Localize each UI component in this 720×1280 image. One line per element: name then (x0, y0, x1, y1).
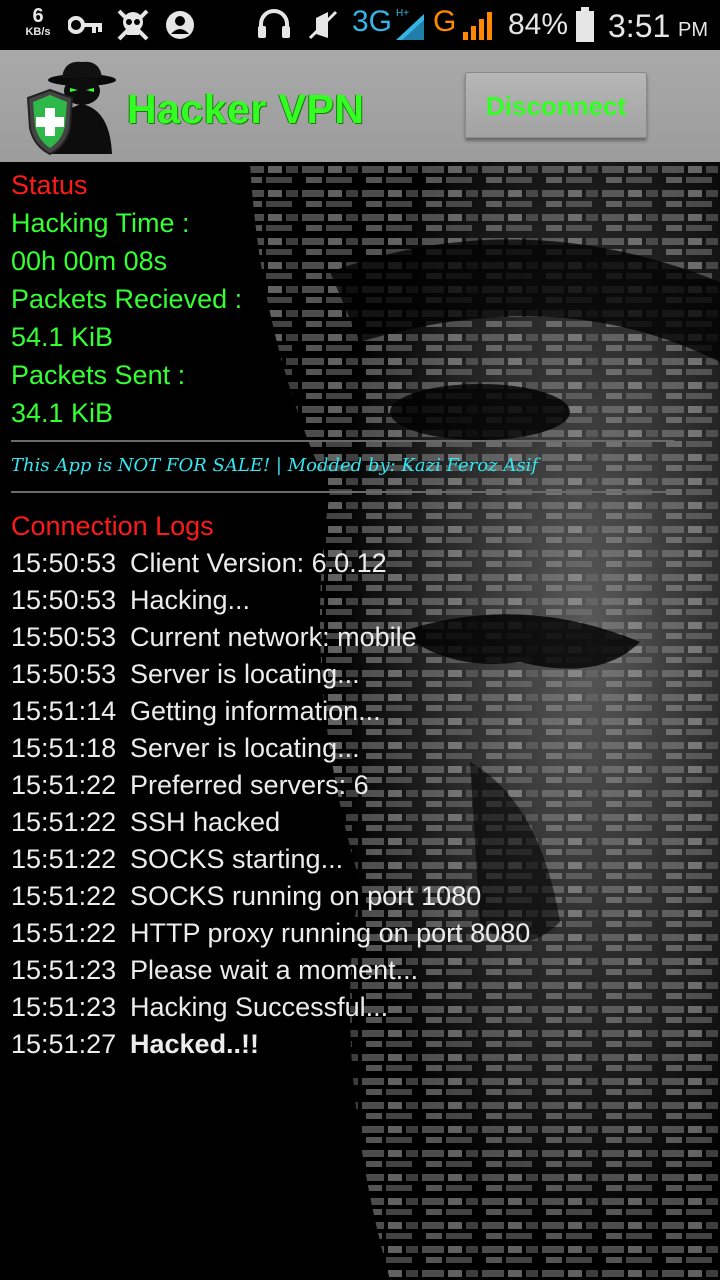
log-entry: 15:51:23 Please wait a moment... (11, 955, 418, 986)
signal-g-icon (463, 12, 492, 40)
signal-3g-icon: H+ (396, 8, 424, 40)
log-message: SSH hacked (130, 807, 281, 837)
log-message: HTTP proxy running on port 8080 (130, 918, 531, 948)
log-message: Hacking... (130, 585, 251, 615)
clock-time: 3:51 (608, 8, 671, 44)
svg-text:H+: H+ (396, 8, 409, 19)
log-timestamp: 15:51:22 (11, 844, 117, 874)
skull-icon (117, 9, 149, 41)
log-timestamp: 15:51:27 (11, 1029, 117, 1059)
log-entry: 15:51:14 Getting information... (11, 696, 381, 727)
log-timestamp: 15:51:22 (11, 807, 117, 837)
log-timestamp: 15:51:22 (11, 881, 117, 911)
packets-sent-label: Packets Sent : (11, 360, 186, 390)
log-timestamp: 15:50:53 (11, 585, 117, 615)
log-entry: 15:50:53 Hacking... (11, 585, 250, 616)
hacking-time-value: 00h 00m 08s (11, 246, 168, 276)
log-entry: 15:51:23 Hacking Successful... (11, 992, 388, 1023)
headset-icon (258, 9, 290, 38)
log-message: Server is locating... (130, 659, 360, 689)
log-timestamp: 15:50:53 (11, 659, 117, 689)
log-message: Client Version: 6.0.12 (130, 548, 387, 578)
status-heading: Status (11, 170, 88, 200)
log-timestamp: 15:51:18 (11, 733, 117, 763)
net-speed-value: 6 (32, 5, 44, 27)
app-screen: 6 KB/s 3G H+ G 84% 3:51 PM Hacker VPN Di… (0, 0, 720, 1280)
app-title: Hacker VPN (127, 86, 365, 132)
disconnect-button[interactable]: Disconnect (465, 72, 647, 138)
log-entry: 15:51:18 Server is locating... (11, 733, 360, 764)
log-message: SOCKS running on port 1080 (130, 881, 482, 911)
packets-received-value: 54.1 KiB (11, 322, 114, 352)
battery-percent: 84% (508, 8, 569, 41)
promo-text: This App is NOT FOR SALE! | Modded by: K… (11, 455, 539, 476)
app-header: Hacker VPN Disconnect (0, 50, 720, 162)
battery-icon (576, 7, 594, 42)
connection-logs-heading: Connection Logs (11, 511, 214, 541)
net-speed-unit: KB/s (25, 26, 51, 38)
log-message: Hacking Successful... (130, 992, 389, 1022)
log-entry: 15:51:22 SOCKS starting... (11, 844, 343, 875)
log-message: Hacked..!! (130, 1029, 260, 1059)
log-message: Getting information... (130, 696, 381, 726)
network-g-label: G (433, 5, 457, 38)
log-message: Current network: mobile (130, 622, 417, 652)
divider-bottom (11, 491, 674, 493)
hacker-shield-logo (26, 61, 116, 156)
log-entry: 15:50:53 Current network: mobile (11, 622, 417, 653)
clock-ampm: PM (678, 19, 708, 41)
log-entry: 15:51:27 Hacked..!! (11, 1029, 259, 1060)
log-timestamp: 15:51:22 (11, 770, 117, 800)
log-message: Please wait a moment... (130, 955, 419, 985)
account-icon (166, 11, 194, 39)
log-entry: 15:51:22 SOCKS running on port 1080 (11, 881, 481, 912)
log-timestamp: 15:50:53 (11, 548, 117, 578)
log-entry: 15:51:22 SSH hacked (11, 807, 280, 838)
log-timestamp: 15:51:14 (11, 696, 117, 726)
net-speed-indicator: 6 KB/s (18, 6, 58, 38)
log-entry: 15:51:22 Preferred servers: 6 (11, 770, 369, 801)
main-content: Status Hacking Time : 00h 00m 08s Packet… (0, 162, 720, 1280)
log-entry: 15:50:53 Server is locating... (11, 659, 360, 690)
log-timestamp: 15:50:53 (11, 622, 117, 652)
log-timestamp: 15:51:23 (11, 955, 117, 985)
log-entry: 15:51:22 HTTP proxy running on port 8080 (11, 918, 530, 949)
packets-sent-value: 34.1 KiB (11, 398, 114, 428)
log-message: Preferred servers: 6 (130, 770, 369, 800)
hacking-time-label: Hacking Time : (11, 208, 190, 238)
key-icon (68, 16, 102, 34)
log-timestamp: 15:51:22 (11, 918, 117, 948)
mute-icon (308, 10, 338, 40)
log-entry: 15:50:53 Client Version: 6.0.12 (11, 548, 387, 579)
packets-received-label: Packets Recieved : (11, 284, 243, 314)
log-message: SOCKS starting... (130, 844, 344, 874)
log-message: Server is locating... (130, 733, 360, 763)
divider-top (11, 440, 674, 442)
log-timestamp: 15:51:23 (11, 992, 117, 1022)
status-bar: 6 KB/s 3G H+ G 84% 3:51 PM (0, 0, 720, 50)
network-3g-label: 3G (352, 5, 393, 38)
